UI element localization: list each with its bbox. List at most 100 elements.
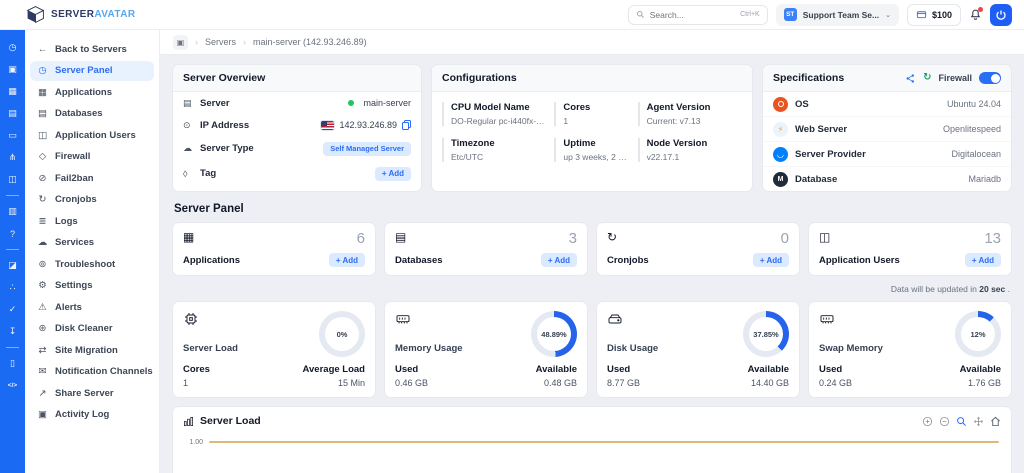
sidebar-item-activity-log[interactable]: ▣Activity Log — [30, 405, 154, 425]
rail-sitemap-icon[interactable]: ∴ — [10, 279, 16, 296]
refresh-icon[interactable]: ↻ — [923, 73, 931, 83]
team-selector[interactable]: ST Support Team Se... ⌄ — [776, 4, 899, 26]
sidebar-item-fail2ban[interactable]: ⊘Fail2ban — [30, 168, 154, 188]
rail-databases-icon[interactable]: ▤ — [8, 105, 17, 122]
sidebar-item-databases[interactable]: ▤Databases — [30, 104, 154, 124]
card-title: Server Overview — [173, 65, 421, 92]
sidebar-item-application-users[interactable]: ◫ Application Users — [30, 125, 154, 145]
brand-logo[interactable]: SERVERAVATAR — [12, 5, 135, 24]
breadcrumb-servers-link[interactable]: Servers — [205, 37, 236, 47]
sidebar-item-cronjobs[interactable]: ↻Cronjobs — [30, 190, 154, 210]
database-icon: ▤ — [395, 231, 406, 243]
add-tag-button[interactable]: + Add — [375, 167, 411, 181]
stat-card-databases: ▤3 Databases+ Add — [384, 222, 588, 276]
rail-storage-icon[interactable]: ▭ — [8, 127, 17, 144]
zoom-in-icon[interactable] — [922, 416, 933, 427]
rail-devices-icon[interactable]: ▯ — [10, 355, 15, 372]
search-input[interactable] — [650, 10, 735, 20]
sidebar-item-share-server[interactable]: ↗Share Server — [30, 383, 154, 403]
databases-count: 3 — [569, 231, 577, 246]
add-database-button[interactable]: + Add — [541, 253, 577, 267]
sidebar-item-server-panel[interactable]: ◷ Server Panel — [30, 61, 154, 81]
rail-status-icon[interactable]: ✓ — [9, 301, 17, 318]
firewall-toggle-label: Firewall — [938, 73, 972, 83]
rail-billing-icon[interactable]: ▥ — [8, 203, 17, 220]
chevron-right-icon: › — [243, 37, 246, 47]
envelope-icon: ✉ — [37, 366, 48, 377]
metric-value: 1 — [183, 378, 210, 388]
sidebar-item-alerts[interactable]: ⚠Alerts — [30, 297, 154, 317]
sidebar-item-applications[interactable]: ▦Applications — [30, 82, 154, 102]
rail-teams-icon[interactable]: ◫ — [8, 171, 17, 188]
wallet-icon — [916, 9, 927, 20]
sidebar-item-logs[interactable]: ≣Logs — [30, 211, 154, 231]
rail-servers-icon[interactable]: ▣ — [8, 61, 17, 78]
chart-title: Server Load — [200, 415, 261, 427]
sidebar-item-label: Server Panel — [55, 65, 113, 76]
notification-dot — [978, 7, 983, 12]
server-load-line-series — [209, 441, 999, 443]
sidebar-item-label: Databases — [55, 108, 103, 119]
sidebar-item-site-migration[interactable]: ⇄Site Migration — [30, 340, 154, 360]
rail-analytics-icon[interactable]: ◪ — [8, 257, 17, 274]
share-nodes-icon[interactable] — [905, 73, 916, 84]
alert-bell-icon: ⚠ — [37, 302, 48, 313]
gauge-percent: 12% — [961, 317, 995, 351]
tag-icon: ◊ — [183, 169, 194, 179]
add-cronjob-button[interactable]: + Add — [753, 253, 789, 267]
add-application-button[interactable]: + Add — [329, 253, 365, 267]
config-agent-version: Agent VersionCurrent: v7.13 — [638, 102, 742, 126]
sidebar-item-back-to-servers[interactable]: ←Back to Servers — [30, 39, 154, 59]
sidebar-item-notification-channels[interactable]: ✉Notification Channels — [30, 362, 154, 382]
rail-applications-icon[interactable]: ▦ — [8, 83, 17, 100]
overview-ip-row: ⊙IP Address 142.93.246.89 — [173, 114, 421, 136]
field-label: Server — [200, 98, 230, 109]
sidebar-item-settings[interactable]: ⚙Settings — [30, 276, 154, 296]
field-label: Timezone — [451, 138, 546, 149]
sidebar-item-label: Application Users — [55, 130, 136, 141]
field-value: 1 — [563, 116, 629, 126]
rail-api-icon[interactable]: </> — [8, 377, 17, 394]
search-box[interactable]: Ctrl+K — [628, 5, 768, 25]
migration-arrows-icon: ⇄ — [37, 345, 48, 356]
spec-webserver-row: ⚡ Web Server Openlitespeed — [763, 116, 1011, 141]
balance-button[interactable]: $100 — [907, 4, 961, 26]
refresh-icon: ↻ — [37, 194, 48, 205]
chart-toolbar — [922, 416, 1001, 427]
metric-label: Available — [748, 364, 789, 375]
rail-network-icon[interactable]: ⋔ — [9, 149, 17, 166]
sidebar-item-troubleshoot[interactable]: ⊚Troubleshoot — [30, 254, 154, 274]
users-icon: ◫ — [37, 130, 48, 141]
spec-database-row: M Database Mariadb — [763, 166, 1011, 191]
sidebar: ←Back to Servers ◷Server Panel ▦Applicat… — [25, 30, 160, 473]
rail-deploy-icon[interactable]: ↧ — [9, 323, 17, 340]
power-button[interactable] — [990, 4, 1012, 26]
field-value: Mariadb — [968, 174, 1001, 184]
firewall-toggle[interactable] — [979, 72, 1001, 84]
notifications-button[interactable] — [969, 8, 982, 21]
metric-value: 15 Min — [303, 378, 365, 388]
gauge-icon: ◷ — [37, 65, 48, 76]
memory-usage-gauge: 48.89% — [531, 311, 577, 357]
spec-provider-row: ◡ Server Provider Digitalocean — [763, 141, 1011, 166]
selection-zoom-icon[interactable] — [956, 416, 967, 427]
card-title: Configurations — [432, 65, 752, 92]
rail-help-icon[interactable]: ? — [10, 225, 15, 242]
rail-dashboard-icon[interactable]: ◷ — [9, 39, 17, 56]
add-application-user-button[interactable]: + Add — [965, 253, 1001, 267]
sidebar-item-firewall[interactable]: ◇Firewall — [30, 147, 154, 167]
sidebar-item-services[interactable]: ☁Services — [30, 233, 154, 253]
sidebar-item-disk-cleaner[interactable]: ⊛Disk Cleaner — [30, 319, 154, 339]
search-shortcut: Ctrl+K — [740, 11, 760, 18]
home-reset-icon[interactable] — [990, 416, 1001, 427]
applications-icon: ▦ — [37, 87, 48, 98]
breadcrumb-server-icon[interactable]: ▣ — [173, 35, 188, 50]
pan-icon[interactable] — [973, 416, 984, 427]
applications-count: 6 — [357, 231, 365, 246]
zoom-out-icon[interactable] — [939, 416, 950, 427]
disk-usage-gauge: 37.85% — [743, 311, 789, 357]
rail-divider — [6, 195, 19, 196]
sidebar-item-label: Back to Servers — [55, 44, 127, 55]
users-icon: ◫ — [819, 231, 830, 243]
copy-icon[interactable] — [402, 120, 411, 130]
